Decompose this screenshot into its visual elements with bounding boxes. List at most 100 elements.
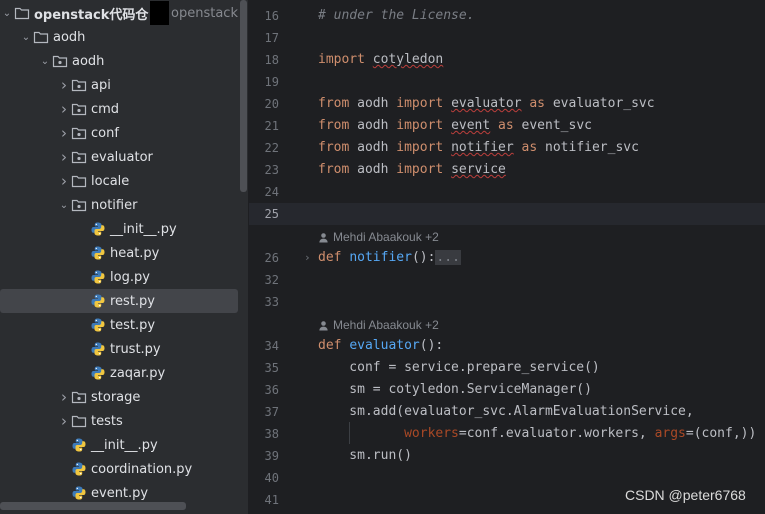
code-token: from: [318, 118, 358, 133]
tree-item[interactable]: rest.py: [0, 289, 238, 313]
code-line[interactable]: 26 › def notifier():...: [249, 247, 765, 269]
tree-item[interactable]: __init__.py: [0, 217, 238, 241]
line-number[interactable]: 19: [249, 71, 279, 93]
fold-chevron-icon[interactable]: ›: [304, 247, 311, 269]
line-number[interactable]: 26: [249, 247, 279, 269]
code-line[interactable]: 21 from aodh import event as event_svc: [249, 115, 765, 137]
code-line[interactable]: 16 # under the License.: [249, 5, 765, 27]
line-number[interactable]: 41: [249, 489, 279, 511]
tree-item[interactable]: ⌄ aodh: [0, 49, 238, 73]
tree-item-label: rest.py: [110, 293, 156, 309]
line-number[interactable]: 39: [249, 445, 279, 467]
tree-item[interactable]: trust.py: [0, 337, 238, 361]
tree-item[interactable]: coordination.py: [0, 457, 238, 481]
code-line[interactable]: 40: [249, 467, 765, 489]
tree-item[interactable]: › tests: [0, 409, 238, 433]
line-number[interactable]: 20: [249, 93, 279, 115]
code-line[interactable]: 33: [249, 291, 765, 313]
code-author-hint[interactable]: Mehdi Abaakouk +2: [318, 314, 439, 336]
code-line[interactable]: 18 import cotyledon: [249, 49, 765, 71]
code-text: sm.add(evaluator_svc.AlarmEvaluationServ…: [318, 401, 693, 423]
tree-item[interactable]: zaqar.py: [0, 361, 238, 385]
code-token: as: [490, 118, 522, 133]
redacted-block: [150, 1, 170, 25]
line-number[interactable]: 36: [249, 379, 279, 401]
tree-item[interactable]: log.py: [0, 265, 238, 289]
folded-code-placeholder[interactable]: ...: [435, 250, 461, 265]
line-number[interactable]: 25: [249, 203, 279, 225]
code-line[interactable]: 34 def evaluator():: [249, 335, 765, 357]
code-author-hint[interactable]: Mehdi Abaakouk +2: [318, 226, 439, 248]
code-token: event: [451, 118, 491, 133]
code-line[interactable]: 19: [249, 71, 765, 93]
chevron-right-icon[interactable]: ›: [57, 76, 71, 94]
code-line[interactable]: 37 sm.add(evaluator_svc.AlarmEvaluationS…: [249, 401, 765, 423]
tree-horizontal-scrollbar[interactable]: [0, 502, 186, 510]
chevron-down-icon[interactable]: ⌄: [19, 32, 33, 43]
code-line[interactable]: 36 sm = cotyledon.ServiceManager(): [249, 379, 765, 401]
code-line[interactable]: 32: [249, 269, 765, 291]
chevron-right-icon[interactable]: ›: [57, 124, 71, 142]
line-number[interactable]: 18: [249, 49, 279, 71]
code-token: conf = service.prepare_service(): [318, 360, 600, 375]
tree-item[interactable]: ⌄ aodh: [0, 25, 238, 49]
line-number[interactable]: 22: [249, 137, 279, 159]
chevron-right-icon[interactable]: ›: [57, 388, 71, 406]
tree-vertical-scrollbar[interactable]: [240, 0, 247, 192]
code-line[interactable]: 35 conf = service.prepare_service(): [249, 357, 765, 379]
chevron-right-icon[interactable]: ›: [57, 172, 71, 190]
line-number[interactable]: 23: [249, 159, 279, 181]
tree-item[interactable]: › conf: [0, 121, 238, 145]
code-line[interactable]: 23 from aodh import service: [249, 159, 765, 181]
line-number[interactable]: 38: [249, 423, 279, 445]
code-text: from aodh import service: [318, 159, 506, 181]
tree-item[interactable]: heat.py: [0, 241, 238, 265]
code-line[interactable]: 17: [249, 27, 765, 49]
code-line[interactable]: 22 from aodh import notifier as notifier_…: [249, 137, 765, 159]
tree-item[interactable]: › storage: [0, 385, 238, 409]
line-number[interactable]: 37: [249, 401, 279, 423]
tree-item[interactable]: ⌄ notifier: [0, 193, 238, 217]
code-line[interactable]: 38 workers=conf.evaluator.workers, args=…: [249, 423, 765, 445]
tree-item[interactable]: › evaluator: [0, 145, 238, 169]
code-text: def notifier():...: [318, 247, 461, 269]
line-number[interactable]: 17: [249, 27, 279, 49]
tree-item-label: conf: [91, 125, 119, 141]
code-token: evaluator_svc: [552, 96, 655, 111]
tree-item-label: aodh: [72, 53, 105, 69]
folder-icon: [14, 5, 30, 21]
project-name: openstack代码仓: [34, 7, 149, 23]
line-number[interactable]: 16: [249, 5, 279, 27]
chevron-down-icon[interactable]: ⌄: [57, 200, 71, 211]
tree-item-label: test.py: [110, 317, 156, 333]
tree-item[interactable]: __init__.py: [0, 433, 238, 457]
line-number[interactable]: 21: [249, 115, 279, 137]
tree-item[interactable]: › locale: [0, 169, 238, 193]
line-number[interactable]: 35: [249, 357, 279, 379]
code-token: notifier_svc: [545, 140, 639, 155]
code-line[interactable]: 39 sm.run(): [249, 445, 765, 467]
code-text: from aodh import notifier as notifier_sv…: [318, 137, 639, 159]
tree-item[interactable]: test.py: [0, 313, 238, 337]
user-icon: [319, 320, 328, 331]
chevron-right-icon[interactable]: ›: [57, 100, 71, 118]
tree-project-root[interactable]: ⌄ openstack代码仓 openstack: [0, 1, 238, 25]
tree-item[interactable]: › cmd: [0, 97, 238, 121]
folder-icon: [33, 29, 49, 45]
line-number[interactable]: 33: [249, 291, 279, 313]
chevron-right-icon[interactable]: ›: [57, 148, 71, 166]
chevron-down-icon[interactable]: ⌄: [38, 56, 52, 67]
chevron-right-icon[interactable]: ›: [57, 412, 71, 430]
line-number[interactable]: 34: [249, 335, 279, 357]
code-line[interactable]: 20 from aodh import evaluator as evaluato…: [249, 93, 765, 115]
line-number[interactable]: 40: [249, 467, 279, 489]
tree-item-label: trust.py: [110, 341, 161, 357]
code-line[interactable]: 24: [249, 181, 765, 203]
tree-item[interactable]: › api: [0, 73, 238, 97]
code-line[interactable]: 25: [249, 203, 765, 225]
code-editor[interactable]: 16 # under the License. 17 18 import cotyled…: [249, 0, 765, 514]
line-number[interactable]: 24: [249, 181, 279, 203]
chevron-down-icon[interactable]: ⌄: [0, 8, 14, 19]
line-number[interactable]: 32: [249, 269, 279, 291]
